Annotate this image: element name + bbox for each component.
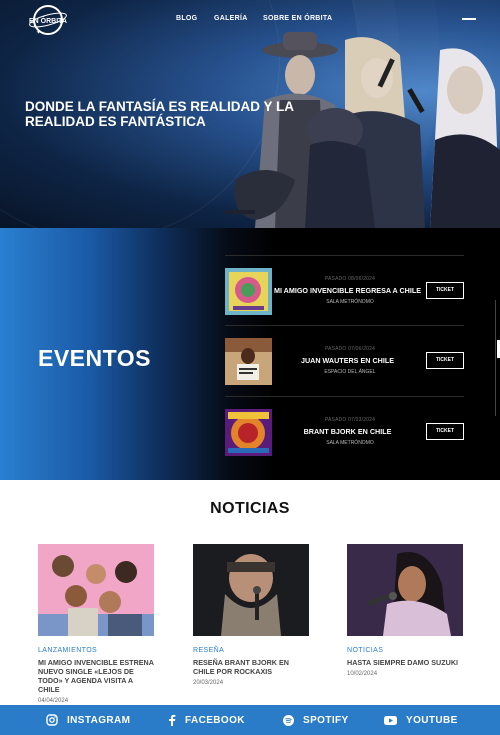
- event-poster-art: [225, 409, 272, 456]
- events-scrollbar[interactable]: [495, 300, 500, 416]
- facebook-link[interactable]: FACEBOOK: [168, 705, 245, 735]
- event-name[interactable]: MI AMIGO INVENCIBLE REGRESA A CHILE: [270, 286, 425, 295]
- news-date: 10/02/2024: [347, 671, 378, 677]
- event-venue: SALA METRÓNOMO: [326, 440, 374, 446]
- social-bar: INSTAGRAM FACEBOOK SPOTIFY YOUTUBE: [0, 705, 500, 735]
- event-poster: [225, 268, 272, 315]
- youtube-label: YOUTUBE: [406, 714, 458, 726]
- news-photo: [347, 544, 463, 636]
- spotify-label: SPOTIFY: [303, 714, 349, 726]
- event-item: PASADO 07/06/2024 JUAN WAUTERS EN CHILE …: [225, 325, 464, 395]
- facebook-label: FACEBOOK: [185, 714, 245, 726]
- news-photo: [38, 544, 154, 636]
- ticket-button[interactable]: TICKET: [426, 423, 464, 440]
- event-poster: [225, 409, 272, 456]
- event-date: PASADO 08/06/2024: [324, 276, 376, 282]
- news-card[interactable]: RESEÑA RESEÑA BRANT BJORK EN CHILE POR R…: [193, 544, 309, 686]
- ticket-button[interactable]: TICKET: [426, 282, 464, 299]
- news-category[interactable]: RESEÑA: [193, 647, 309, 654]
- main-nav: BLOG GALERÍA SOBRE EN ÓRBITA: [0, 15, 500, 27]
- news-image[interactable]: [347, 544, 463, 636]
- instagram-icon: [46, 714, 58, 726]
- news-card[interactable]: LANZAMIENTOS MI AMIGO INVENCIBLE ESTRENA…: [38, 544, 154, 704]
- instagram-label: INSTAGRAM: [67, 714, 131, 726]
- news-headline[interactable]: MI AMIGO INVENCIBLE ESTRENA NUEVO SINGLE…: [38, 658, 154, 694]
- news-date: 20/03/2024: [193, 680, 224, 686]
- news-image[interactable]: [193, 544, 309, 636]
- nav-item-sobre-en-orbita[interactable]: SOBRE EN ÓRBITA: [263, 15, 332, 22]
- event-venue: SALA METRÓNOMO: [326, 299, 374, 305]
- news-title: NOTICIAS: [210, 500, 290, 517]
- event-date: PASADO 07/06/2024: [324, 346, 376, 352]
- news-date: 04/04/2024: [38, 698, 69, 704]
- spotify-link[interactable]: SPOTIFY: [283, 705, 349, 735]
- hero-band-photo: [225, 32, 500, 228]
- event-venue: ESPACIO DEL ÁNGEL: [324, 369, 376, 375]
- youtube-link[interactable]: YOUTUBE: [384, 705, 458, 735]
- events-title: EVENTOS: [38, 345, 151, 371]
- event-item: PASADO 07/03/2024 BRANT BJORK EN CHILE S…: [225, 396, 464, 466]
- facebook-icon: [169, 714, 176, 726]
- spotify-icon: [283, 714, 294, 726]
- event-poster: [225, 338, 272, 385]
- youtube-icon: [384, 715, 397, 725]
- menu-icon[interactable]: [462, 18, 476, 20]
- event-item: PASADO 08/06/2024 MI AMIGO INVENCIBLE RE…: [225, 255, 464, 325]
- instagram-link[interactable]: INSTAGRAM: [46, 705, 130, 735]
- news-card[interactable]: NOTICIAS HASTA SIEMPRE DAMO SUZUKI 10/02…: [347, 544, 463, 677]
- event-poster-art: [225, 338, 272, 385]
- news-section: NOTICIAS LANZAMIENTOS MI AMIGO INVENCIBL…: [0, 480, 500, 705]
- hero-title: DONDE LA FANTASÍA ES REALIDAD Y LA REALI…: [25, 99, 294, 129]
- nav-item-blog[interactable]: BLOG: [176, 15, 197, 22]
- hero-section: EN ÓRBITA ✦ BLOG GALERÍA SOBRE EN ÓRBITA…: [0, 0, 500, 228]
- events-section: EVENTOS PASADO 08/06/2024 MI AMIGO INVEN…: [0, 228, 500, 480]
- ticket-button[interactable]: TICKET: [426, 352, 464, 369]
- news-category[interactable]: LANZAMIENTOS: [38, 647, 154, 654]
- event-name[interactable]: JUAN WAUTERS EN CHILE: [270, 356, 425, 365]
- news-photo: [193, 544, 309, 636]
- svg-text:✦: ✦: [36, 29, 41, 36]
- news-image[interactable]: [38, 544, 154, 636]
- news-headline[interactable]: RESEÑA BRANT BJORK EN CHILE POR ROCKAXIS: [193, 658, 309, 676]
- news-headline[interactable]: HASTA SIEMPRE DAMO SUZUKI: [347, 658, 463, 667]
- event-name[interactable]: BRANT BJORK EN CHILE: [270, 427, 425, 436]
- event-date: PASADO 07/03/2024: [324, 417, 376, 423]
- event-poster-art: [225, 268, 272, 315]
- nav-item-galeria[interactable]: GALERÍA: [214, 15, 248, 22]
- news-category[interactable]: NOTICIAS: [347, 647, 463, 654]
